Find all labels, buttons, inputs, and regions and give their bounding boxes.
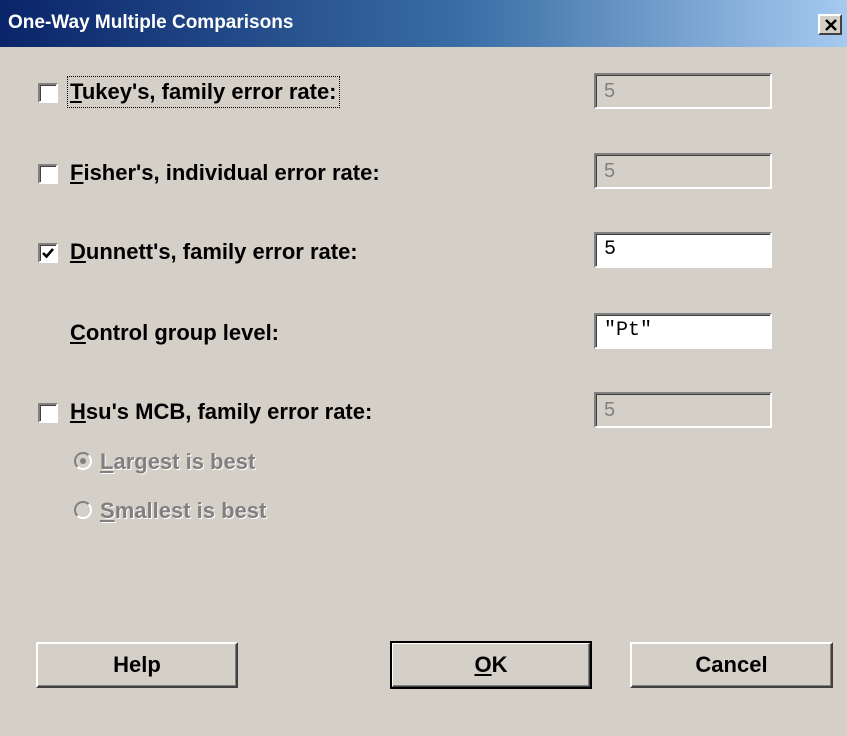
control-group-value: "Pt" <box>604 319 653 342</box>
dunnett-error-rate-value: 5 <box>604 238 617 261</box>
fisher-error-rate-input[interactable]: 5 <box>594 153 772 189</box>
tukey-error-rate-value: 5 <box>604 80 616 102</box>
largest-is-best-label[interactable]: Largest is best <box>100 449 255 475</box>
hsu-error-rate-value: 5 <box>604 399 616 421</box>
radio-selected-dot <box>80 458 86 464</box>
hsu-error-rate-input[interactable]: 5 <box>594 392 772 428</box>
title-bar: One-Way Multiple Comparisons <box>0 0 847 47</box>
hsu-label[interactable]: Hsu's MCB, family error rate: <box>70 399 372 425</box>
dialog-window: One-Way Multiple Comparisons Tukey's, fa… <box>0 0 847 736</box>
control-group-label: Control group level: <box>70 320 280 345</box>
window-title: One-Way Multiple Comparisons <box>8 12 294 33</box>
close-icon <box>825 19 837 31</box>
smallest-is-best-radio[interactable] <box>74 501 92 519</box>
close-button[interactable] <box>818 14 842 35</box>
fisher-error-rate-value: 5 <box>604 160 616 182</box>
cancel-button-label: Cancel <box>695 652 768 677</box>
dunnett-error-rate-input[interactable]: 5 <box>594 232 772 268</box>
smallest-is-best-label[interactable]: Smallest is best <box>100 498 266 524</box>
fisher-checkbox[interactable] <box>38 164 58 184</box>
tukey-checkbox[interactable] <box>38 83 58 103</box>
ok-button[interactable]: OK <box>390 641 592 689</box>
ok-button-label: OK <box>474 652 508 677</box>
checkmark-icon <box>42 248 54 259</box>
hsu-checkbox[interactable] <box>38 403 58 423</box>
tukey-label[interactable]: Tukey's, family error rate: <box>67 76 340 108</box>
control-group-input[interactable]: "Pt" <box>594 313 772 349</box>
dunnett-checkbox[interactable] <box>38 243 58 263</box>
help-button-label: Help <box>113 652 161 677</box>
tukey-error-rate-input[interactable]: 5 <box>594 73 772 109</box>
help-button[interactable]: Help <box>36 642 238 688</box>
largest-is-best-radio[interactable] <box>74 452 92 470</box>
fisher-label[interactable]: Fisher's, individual error rate: <box>70 160 380 186</box>
cancel-button[interactable]: Cancel <box>630 642 833 688</box>
dunnett-label[interactable]: Dunnett's, family error rate: <box>70 239 358 265</box>
